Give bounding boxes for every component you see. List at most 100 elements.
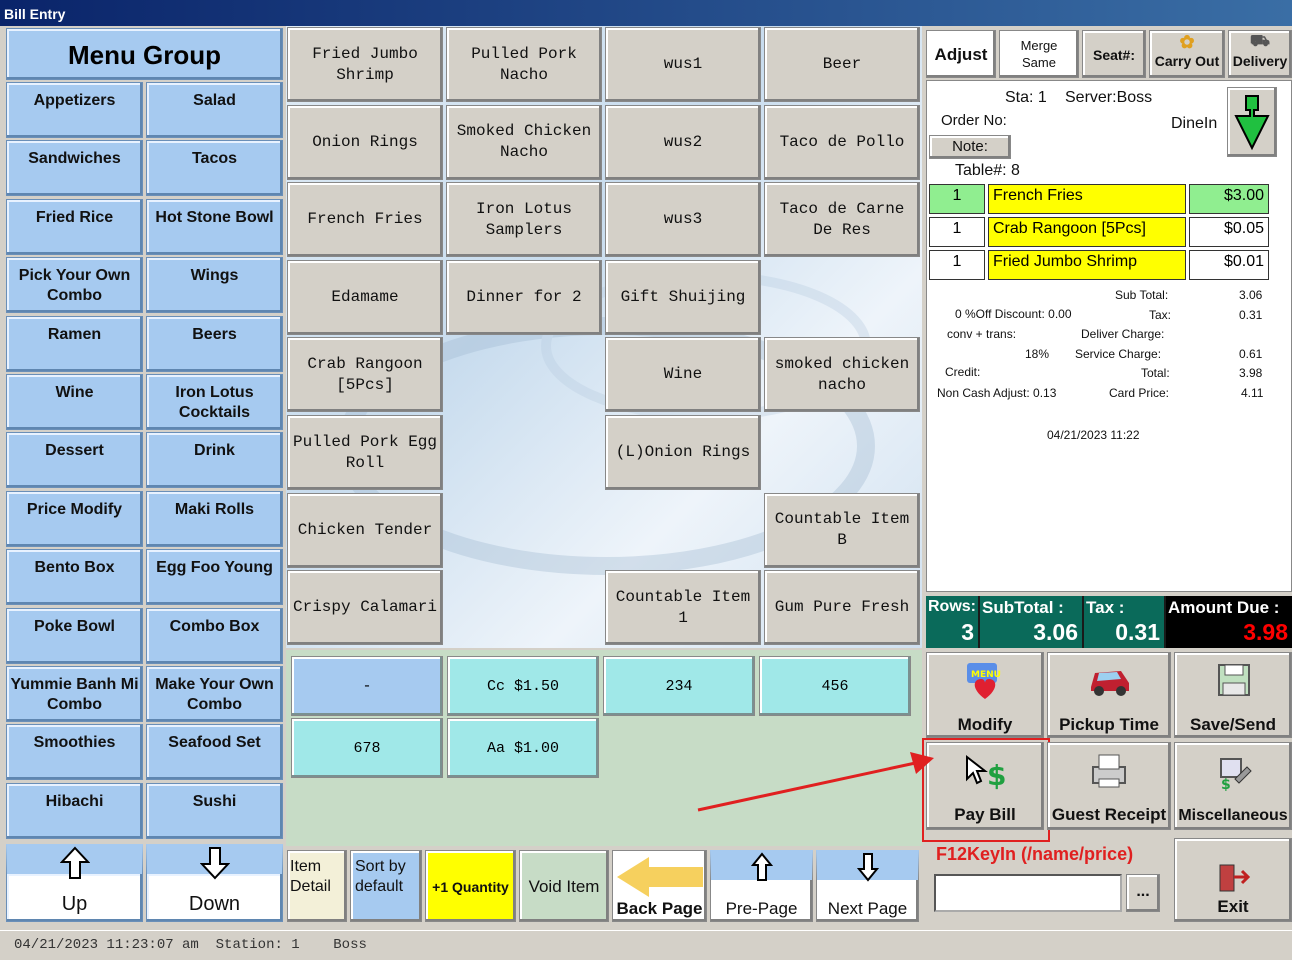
menu-item-taco-de-carne-de-res[interactable]: Taco de Carne De Res	[764, 182, 920, 258]
save-send-button[interactable]: Save/Send	[1174, 652, 1292, 738]
modifier-234[interactable]: 234	[603, 656, 755, 716]
menu-item-countable-item-1[interactable]: Countable Item 1	[605, 570, 761, 646]
modifier-aa-1-00[interactable]: Aa $1.00	[447, 718, 599, 778]
adjust-button[interactable]: Adjust	[926, 30, 996, 78]
menu-item-wus3[interactable]: wus3	[605, 182, 761, 258]
next-page-button[interactable]: Next Page	[816, 850, 919, 922]
modifier-cc-1-50[interactable]: Cc $1.50	[447, 656, 599, 716]
f12-keyin-label: F12KeyIn (/name/price)	[936, 844, 1134, 864]
menu-item-edamame[interactable]: Edamame	[287, 259, 443, 335]
menu-group-salad[interactable]: Salad	[146, 82, 283, 138]
pre-page-button[interactable]: Pre-Page	[710, 850, 813, 922]
menu-group-sandwiches[interactable]: Sandwiches	[6, 140, 143, 197]
menu-group-drink[interactable]: Drink	[146, 432, 283, 489]
menu-group-egg-foo-young[interactable]: Egg Foo Young	[146, 549, 283, 606]
modify-button[interactable]: MENU Modify	[926, 652, 1044, 738]
scroll-up-button[interactable]: Up	[6, 844, 143, 922]
menu-item-countable-item-b[interactable]: Countable Item B	[764, 492, 920, 568]
ticket-line-qty[interactable]: 1	[929, 184, 985, 214]
ticket-line-qty[interactable]: 1	[929, 250, 985, 280]
f12-keyin-input[interactable]	[934, 874, 1122, 912]
menu-group-fried-rice[interactable]: Fried Rice	[6, 198, 143, 255]
item-detail-button[interactable]: Item Detail	[287, 850, 347, 922]
void-item-button[interactable]: Void Item	[519, 850, 609, 922]
note-button[interactable]: Note:	[929, 135, 1011, 159]
menu-group-combo-box[interactable]: Combo Box	[146, 607, 283, 664]
subtotal-label: SubTotal :	[982, 598, 1064, 617]
sub-total-label: Sub Total:	[1115, 288, 1169, 302]
menu-item-crab-rangoon-5pcs[interactable]: Crab Rangoon [5Pcs]	[287, 337, 443, 413]
menu-group-smoothies[interactable]: Smoothies	[6, 724, 143, 781]
tax-label: Tax:	[1149, 308, 1172, 322]
menu-item-smoked-chicken-nacho[interactable]: smoked chicken nacho	[764, 337, 920, 413]
menu-item-smoked-chicken-nacho[interactable]: Smoked Chicken Nacho	[446, 104, 602, 180]
menu-item-pulled-pork-nacho[interactable]: Pulled Pork Nacho	[446, 27, 602, 102]
menu-item-chicken-tender[interactable]: Chicken Tender	[287, 492, 443, 568]
menu-group-poke-bowl[interactable]: Poke Bowl	[6, 607, 143, 664]
pickup-time-button[interactable]: Pickup Time	[1047, 652, 1171, 738]
adjust-label: Adjust	[934, 45, 988, 64]
seat-button[interactable]: Seat#:	[1082, 30, 1146, 78]
menu-item-gum-pure-fresh[interactable]: Gum Pure Fresh	[764, 570, 920, 646]
menu-item-french-fries[interactable]: French Fries	[287, 182, 443, 258]
plus-one-quantity-button[interactable]: +1 Quantity	[425, 850, 516, 922]
ticket-line-price[interactable]: $3.00	[1189, 184, 1269, 214]
miscellaneous-button[interactable]: $ Miscellaneous	[1174, 742, 1292, 830]
exit-button[interactable]: Exit	[1174, 838, 1292, 922]
menu-item-gift-shuijing[interactable]: Gift Shuijing	[605, 259, 761, 335]
browse-button[interactable]: ...	[1126, 874, 1160, 912]
menu-item-wus1[interactable]: wus1	[605, 27, 761, 102]
menu-item-iron-lotus-samplers[interactable]: Iron Lotus Samplers	[446, 182, 602, 258]
menu-group-hot-stone-bowl[interactable]: Hot Stone Bowl	[146, 198, 283, 255]
menu-group-bento-box[interactable]: Bento Box	[6, 549, 143, 606]
modifier-456[interactable]: 456	[759, 656, 911, 716]
menu-item-crispy-calamari[interactable]: Crispy Calamari	[287, 570, 443, 646]
scroll-down-button[interactable]: Down	[146, 844, 283, 922]
menu-group-wings[interactable]: Wings	[146, 257, 283, 314]
menu-item-wus2[interactable]: wus2	[605, 104, 761, 180]
menu-group-pick-your-own-combo[interactable]: Pick Your Own Combo	[6, 257, 143, 314]
menu-item-wine[interactable]: Wine	[605, 337, 761, 413]
menu-group-price-modify[interactable]: Price Modify	[6, 490, 143, 547]
send-down-button[interactable]	[1227, 87, 1277, 157]
guest-receipt-button[interactable]: Guest Receipt	[1047, 742, 1171, 830]
menu-group-beers[interactable]: Beers	[146, 315, 283, 372]
modifier-678[interactable]: 678	[291, 718, 443, 778]
arrow-up-icon	[751, 852, 773, 881]
ticket-line-price[interactable]: $0.05	[1189, 217, 1269, 247]
ticket-line-name[interactable]: Crab Rangoon [5Pcs]	[988, 217, 1186, 247]
menu-group-sushi[interactable]: Sushi	[146, 782, 283, 839]
modifier-dash[interactable]: -	[291, 656, 443, 716]
ticket-line-name[interactable]: Fried Jumbo Shrimp	[988, 250, 1186, 280]
menu-item-dinner-for-2[interactable]: Dinner for 2	[446, 259, 602, 335]
delivery-button[interactable]: ⛟ Delivery	[1228, 30, 1292, 78]
carry-out-button[interactable]: ✿ Carry Out	[1149, 30, 1225, 78]
ticket-line-price[interactable]: $0.01	[1189, 250, 1269, 280]
back-page-button[interactable]: Back Page	[612, 850, 707, 922]
menu-group-seafood-set[interactable]: Seafood Set	[146, 724, 283, 781]
menu-item-onion-rings[interactable]: Onion Rings	[287, 104, 443, 180]
menu-group-ramen[interactable]: Ramen	[6, 315, 143, 372]
menu-item-beer[interactable]: Beer	[764, 27, 920, 102]
menu-item-pulled-pork-egg-roll[interactable]: Pulled Pork Egg Roll	[287, 415, 443, 490]
menu-group-appetizers[interactable]: Appetizers	[6, 82, 143, 138]
merge-same-button[interactable]: Merge Same	[999, 30, 1079, 78]
sort-by-default-button[interactable]: Sort by default	[350, 850, 422, 922]
arrow-up-icon	[60, 846, 90, 879]
menu-group-maki-rolls[interactable]: Maki Rolls	[146, 490, 283, 547]
f12-keyin-panel: F12KeyIn (/name/price) ...	[926, 842, 1171, 922]
menu-item-taco-de-pollo[interactable]: Taco de Pollo	[764, 104, 920, 180]
menu-group-hibachi[interactable]: Hibachi	[6, 782, 143, 839]
total-value: 3.98	[1239, 366, 1263, 380]
menu-group-tacos[interactable]: Tacos	[146, 140, 283, 197]
delivery-icon: ⛟	[1249, 33, 1271, 50]
menu-group-wine[interactable]: Wine	[6, 374, 143, 430]
menu-group-dessert[interactable]: Dessert	[6, 432, 143, 489]
menu-group-yummie-banh-mi-combo[interactable]: Yummie Banh Mi Combo	[6, 666, 143, 722]
menu-group-iron-lotus-cocktails[interactable]: Iron Lotus Cocktails	[146, 374, 283, 430]
menu-group-make-your-own-combo[interactable]: Make Your Own Combo	[146, 666, 283, 722]
menu-item-fried-jumbo-shrimp[interactable]: Fried Jumbo Shrimp	[287, 27, 443, 102]
menu-item-l-onion-rings[interactable]: (L)Onion Rings	[605, 415, 761, 490]
ticket-line-qty[interactable]: 1	[929, 217, 985, 247]
ticket-line-name[interactable]: French Fries	[988, 184, 1186, 214]
